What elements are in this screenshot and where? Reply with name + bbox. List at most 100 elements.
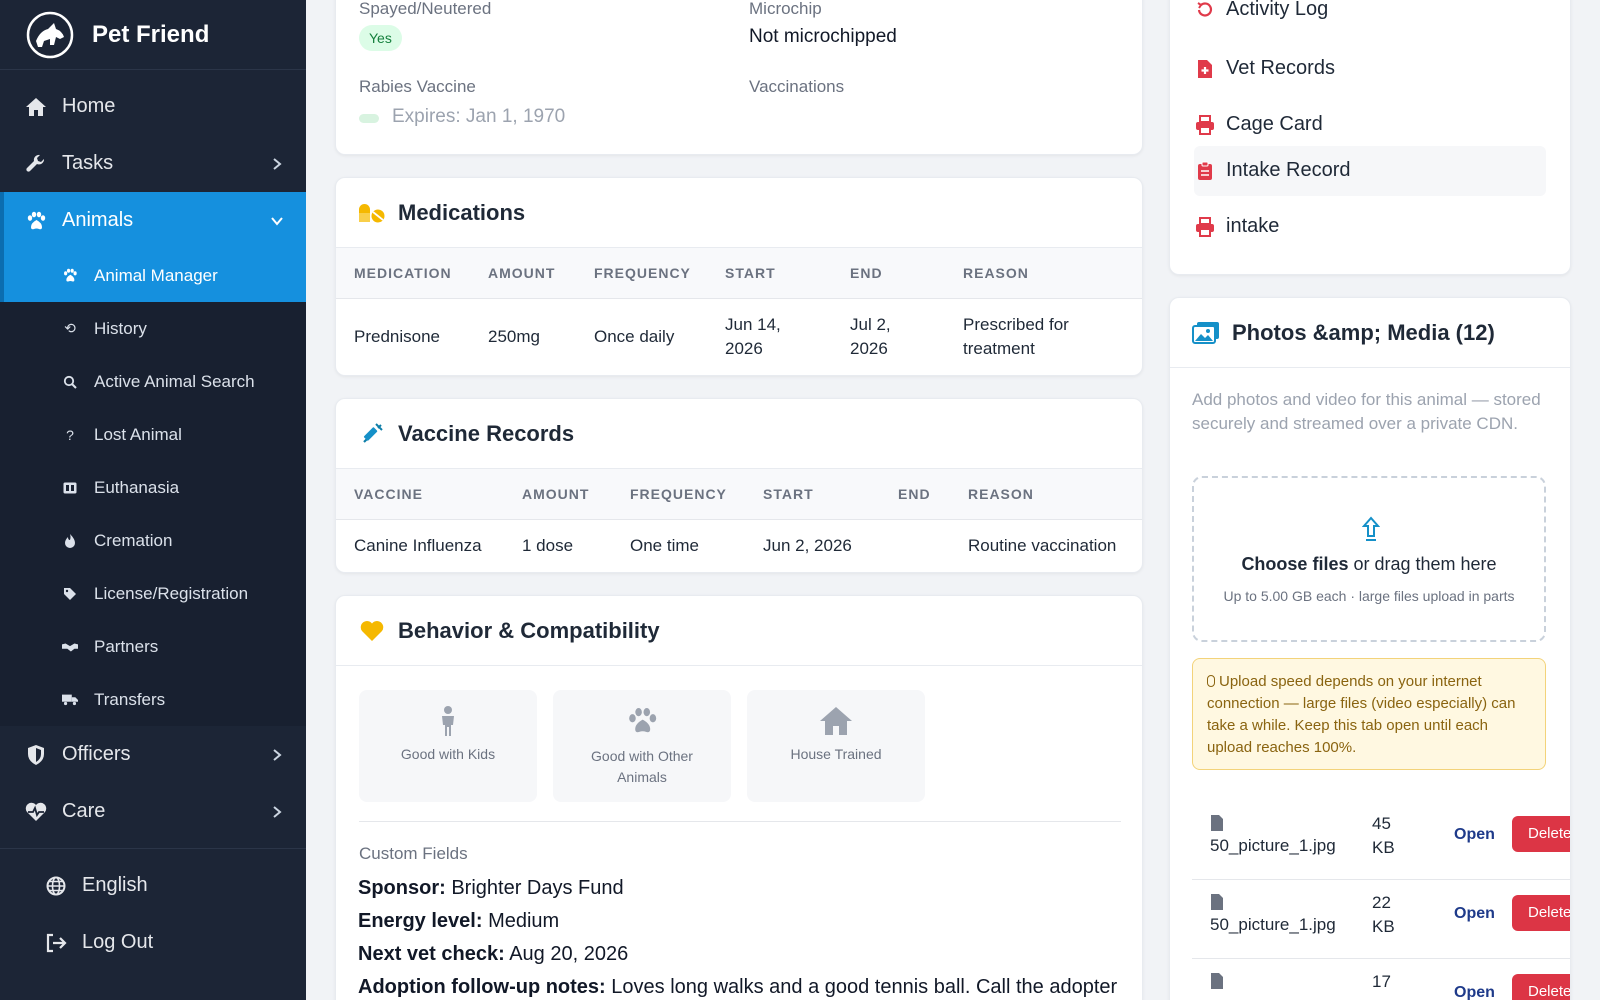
divider (359, 821, 1121, 822)
medications-table: MEDICATION AMOUNT FREQUENCY START END RE… (336, 248, 1142, 375)
photos-media-title: Photos &amp; Media (12) (1232, 319, 1495, 345)
file-size-number: 45 (1372, 814, 1391, 833)
subnav-label: Transfers (94, 689, 166, 709)
tile-label: Good with Kids (400, 746, 496, 762)
child-icon (430, 704, 466, 738)
subnav-label: License/Registration (94, 583, 249, 603)
file-row: 50_picture_1.jpg 22 KB Open Delete (1192, 881, 1570, 959)
open-file-button[interactable]: Open (1454, 984, 1495, 1000)
nav-tasks[interactable]: Tasks (0, 135, 306, 192)
subnav-label: Active Animal Search (94, 371, 255, 391)
nav-officers[interactable]: Officers (0, 726, 306, 783)
vet-records-link[interactable]: Vet Records (1194, 57, 1335, 80)
cell-reason: Prescribed for treatment (963, 315, 1069, 359)
nav-care[interactable]: Care (0, 783, 306, 840)
animal-info-card: Spayed/Neutered Yes Microchip Not microc… (335, 0, 1143, 155)
heart-icon (358, 617, 386, 645)
subnav-cremation[interactable]: Cremation (0, 514, 306, 567)
open-file-button[interactable]: Open (1454, 826, 1495, 844)
rabies-label: Rabies Vaccine (359, 77, 476, 96)
open-file-button[interactable]: Open (1454, 905, 1495, 923)
subnav-label: Animal Manager (94, 265, 218, 285)
rabies-status-indicator (359, 114, 379, 123)
activity-log-link[interactable]: Activity Log (1194, 0, 1328, 21)
cage-card-link[interactable]: Cage Card (1194, 113, 1323, 136)
subnav-license-registration[interactable]: License/Registration (0, 567, 306, 620)
custom-field-key: Adoption follow-up notes: (358, 976, 606, 998)
file-size: 45 KB (1372, 812, 1402, 860)
chevron-down-icon (271, 216, 283, 226)
file-size: 17 (1372, 970, 1402, 994)
wrench-icon (24, 152, 48, 176)
cell-vaccine: Canine Influenza (354, 536, 482, 556)
tag-icon (62, 586, 78, 602)
vaccine-records-header: Vaccine Records (336, 399, 1142, 469)
medications-header: Medications (336, 178, 1142, 248)
sidebar-footer: English Log Out (0, 848, 306, 971)
house-trained-tile: House Trained (747, 690, 925, 802)
col-amount: AMOUNT (504, 469, 612, 520)
file-size-number: 22 (1372, 893, 1391, 912)
logout-label: Log Out (82, 931, 154, 953)
file-row: 17 Open Delete (1192, 960, 1570, 1000)
intake-link[interactable]: intake (1194, 215, 1279, 238)
syringe-icon (358, 420, 386, 448)
custom-field-key: Sponsor: (358, 877, 446, 899)
cell-amount: 250mg (488, 327, 540, 347)
paw-icon (624, 704, 660, 738)
images-icon (1192, 319, 1220, 347)
subnav-lost-animal[interactable]: ? Lost Animal (0, 408, 306, 461)
custom-field-value: Medium (488, 910, 560, 932)
col-reason: REASON (945, 248, 1142, 299)
house-icon (818, 704, 854, 738)
chevron-right-icon (273, 805, 282, 818)
medications-card: Medications MEDICATION AMOUNT FREQUENCY … (335, 177, 1143, 376)
vaccinations-label: Vaccinations (749, 77, 845, 96)
nav-animals[interactable]: Animals (0, 192, 306, 249)
good-with-kids-tile: Good with Kids (359, 690, 537, 802)
heart-pulse-icon (24, 800, 48, 824)
choose-files-link[interactable]: Choose files (1241, 554, 1348, 574)
subnav-label: Euthanasia (94, 477, 180, 497)
table-row: Prednisone 250mg Once daily Jun 14, 2026… (336, 298, 1142, 375)
subnav-animal-manager[interactable]: Animal Manager (0, 249, 306, 302)
delete-file-button[interactable]: Delete (1512, 895, 1570, 931)
file-name: 50_picture_1.jpg (1210, 836, 1336, 855)
file-dropzone[interactable]: Choose files or drag them here Up to 5.0… (1192, 476, 1546, 642)
print-icon (1194, 216, 1216, 238)
col-frequency: FREQUENCY (612, 469, 745, 520)
nav-care-label: Care (62, 800, 106, 822)
dropzone-prompt: Choose files or drag them here (1194, 554, 1544, 575)
nav-tasks-label: Tasks (62, 152, 114, 174)
file-size-unit: KB (1372, 838, 1395, 857)
vaccine-records-card: Vaccine Records VACCINE AMOUNT FREQUENCY… (335, 398, 1143, 573)
delete-file-button[interactable]: Delete (1512, 974, 1570, 1000)
file-size-unit: KB (1372, 917, 1395, 936)
subnav-history[interactable]: ⟲ History (0, 302, 306, 355)
vaccine-records-table: VACCINE AMOUNT FREQUENCY START END REASO… (336, 469, 1142, 572)
microchip-value: Not microchipped (749, 26, 897, 47)
subnav-euthanasia[interactable]: Euthanasia (0, 461, 306, 514)
upload-icon (1362, 516, 1380, 541)
col-medication: MEDICATION (336, 248, 470, 299)
behavior-card: Behavior & Compatibility Good with Kids … (335, 595, 1143, 1000)
brand[interactable]: Pet Friend (0, 0, 306, 70)
search-icon (62, 374, 78, 390)
intake-record-link[interactable]: Intake Record (1194, 159, 1351, 182)
link-label: Activity Log (1226, 0, 1329, 20)
logout-button[interactable]: Log Out (0, 914, 306, 971)
history-icon (1194, 0, 1216, 21)
chevron-right-icon (273, 748, 282, 761)
medications-title: Medications (398, 199, 526, 225)
subnav-transfers[interactable]: Transfers (0, 673, 306, 726)
nav-home[interactable]: Home (0, 78, 306, 135)
shield-icon (24, 743, 48, 767)
subnav-partners[interactable]: Partners (0, 620, 306, 673)
file-icon (1211, 894, 1223, 910)
nav-animals-label: Animals (62, 209, 134, 231)
behavior-header: Behavior & Compatibility (336, 596, 1142, 666)
language-selector[interactable]: English (0, 857, 306, 914)
delete-file-button[interactable]: Delete (1512, 816, 1570, 852)
subnav-active-animal-search[interactable]: Active Animal Search (0, 355, 306, 408)
spayed-badge: Yes (359, 25, 402, 51)
